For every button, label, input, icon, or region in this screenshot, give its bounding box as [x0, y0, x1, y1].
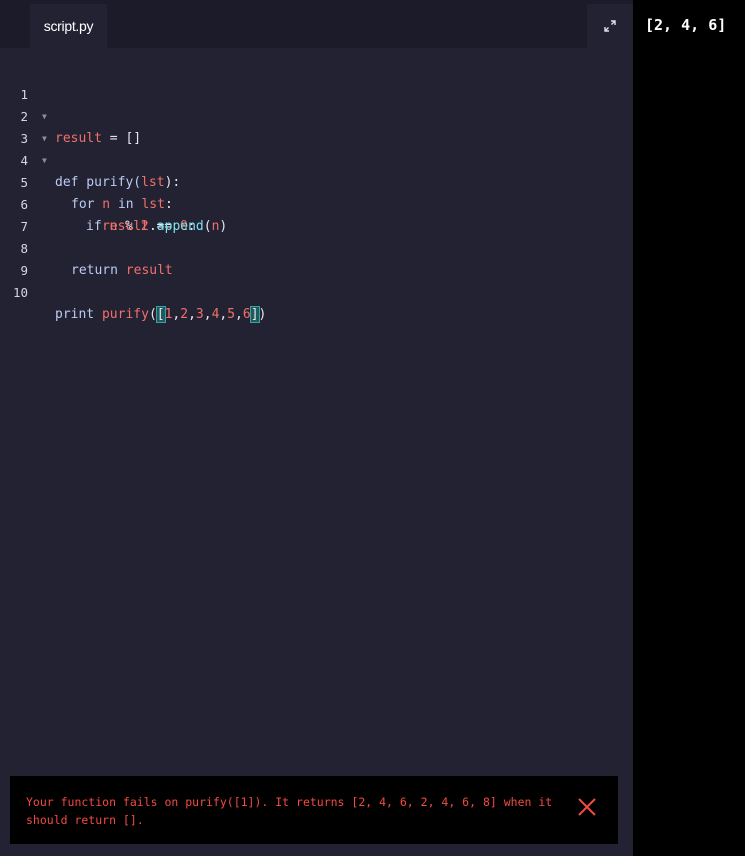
code-token: 3: [195, 307, 204, 322]
output-console: [2, 4, 6]: [633, 0, 745, 856]
code-token: 2: [180, 307, 189, 322]
fold-arrow-icon[interactable]: ▼: [42, 128, 47, 150]
code-line: 8 return result: [0, 216, 633, 278]
code-token: ,: [188, 307, 196, 322]
code-line: 2 result = []: [0, 84, 633, 146]
code-token: ,: [203, 307, 212, 322]
fold-arrow-icon[interactable]: ▼: [42, 150, 47, 172]
code-line: 9: [0, 238, 633, 278]
tab-bar: script.py: [0, 0, 633, 48]
code-editor[interactable]: script.py 1 2 result = [] 3 ▼ def purify…: [0, 0, 633, 856]
code-token: print: [55, 307, 95, 322]
fold-arrow-icon[interactable]: ▼: [42, 106, 47, 128]
code-line: 5 ▼ if n % 2 == 0:: [0, 150, 633, 234]
code-text: print purify([1,2,3,4,5,6]): [55, 304, 266, 326]
code-area[interactable]: 1 2 result = [] 3 ▼ def purify(lst): 4 ▼…: [0, 62, 633, 323]
expand-icon: [604, 20, 616, 32]
code-line: 3 ▼ def purify(lst):: [0, 106, 633, 190]
code-line: 1: [0, 62, 633, 102]
code-token: (: [148, 307, 157, 322]
code-token: purify: [94, 307, 149, 322]
tab-script-py[interactable]: script.py: [30, 4, 107, 48]
code-line: 10 print purify([1,2,3,4,5,6]): [0, 260, 633, 323]
line-number: 10: [12, 285, 28, 300]
close-icon[interactable]: [576, 796, 598, 818]
error-message-text: Your function fails on purify([1]). It r…: [26, 795, 553, 827]
error-message-box: Your function fails on purify([1]). It r…: [10, 776, 618, 844]
matched-bracket: [: [155, 306, 166, 323]
code-token: 5: [227, 307, 236, 322]
code-token: ,: [235, 307, 243, 322]
code-line: 6 result.append(n): [0, 172, 633, 234]
output-text: [2, 4, 6]: [645, 16, 727, 34]
expand-button[interactable]: [587, 4, 633, 48]
matched-bracket: ]: [249, 306, 260, 323]
code-token: 6: [242, 307, 251, 322]
code-token: ): [258, 307, 267, 322]
code-line: 4 ▼ for n in lst:: [0, 128, 633, 212]
code-line: 7: [0, 194, 633, 234]
